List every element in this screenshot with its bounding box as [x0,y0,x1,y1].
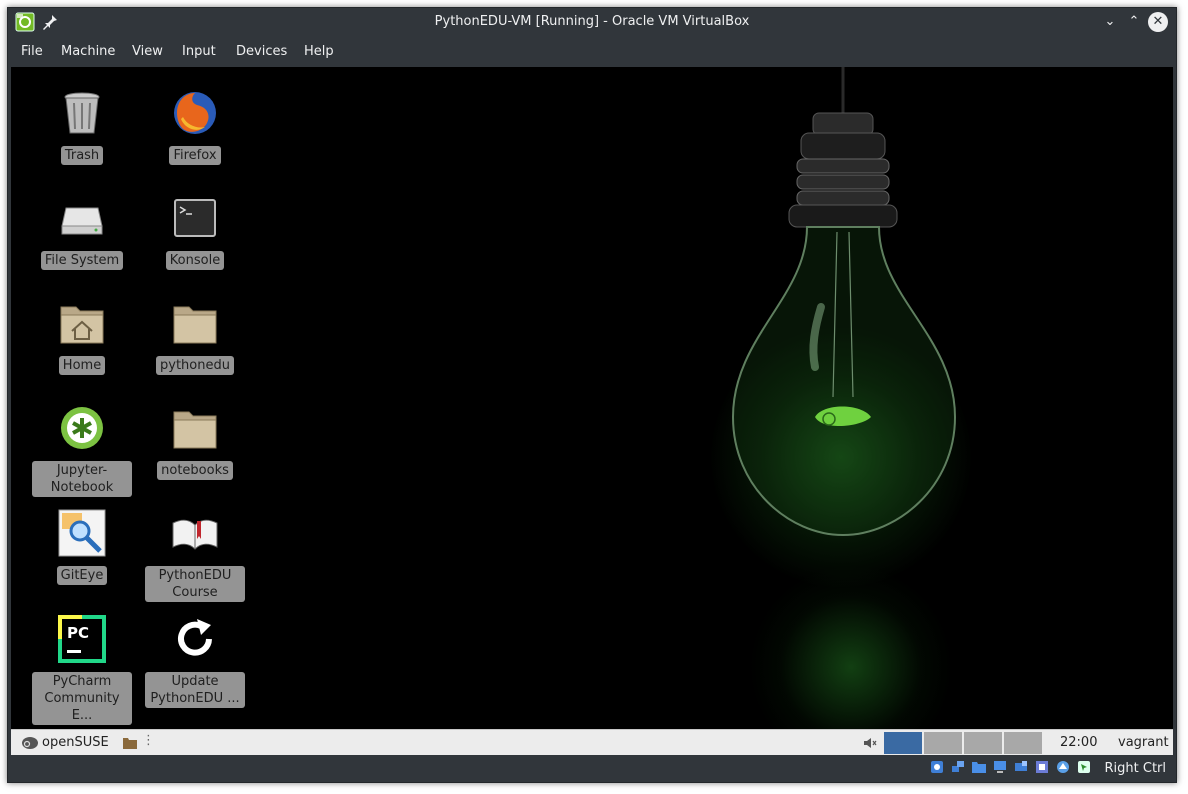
menu-bar: File Machine View Input Devices Help [8,36,1176,67]
desktop-icon-file-system[interactable]: File System [32,194,132,270]
close-button[interactable]: ✕ [1148,12,1168,32]
wallpaper-bulb [731,67,957,537]
desktop-icon-trash[interactable]: Trash [32,89,132,165]
hard-disk-status-icon[interactable] [930,760,944,774]
launcher-handle-icon[interactable]: ⋮ [142,733,155,748]
desktop-icon-label: GitEye [56,566,108,585]
menu-input[interactable]: Input [182,44,216,59]
desktop-icon-label: File System [40,251,124,270]
start-menu-button[interactable]: openSUSE [42,735,109,750]
giteye-icon [58,509,106,557]
desktop-icon-label: pythonedu [156,356,234,375]
wallpaper-reflection [751,567,951,729]
desktop-icon-label: Update PythonEDU ... [145,672,245,708]
virtualbox-window: PythonEDU-VM [Running] - Oracle VM Virtu… [7,7,1177,783]
desktop-icon-giteye[interactable]: GitEye [32,509,132,585]
mouse-integration-icon[interactable] [1077,760,1091,774]
desktop-icon-label: Home [58,356,106,375]
user-name[interactable]: vagrant [1118,735,1169,750]
menu-devices[interactable]: Devices [236,44,287,59]
minimize-button[interactable]: ⌄ [1100,12,1120,32]
firefox-icon [174,92,216,134]
trash-icon [64,92,100,134]
cpu-status-icon[interactable] [1056,760,1070,774]
folder-icon [173,306,217,344]
speaker-muted-icon[interactable] [863,737,877,749]
desktop-icon-notebooks[interactable]: notebooks [145,404,245,480]
desktop-icon-label: Jupyter-Notebook [32,461,132,497]
svg-text:PC: PC [67,624,89,642]
desktop-pager-4[interactable] [1004,732,1044,754]
menu-file[interactable]: File [21,44,43,59]
desktop-pager-2[interactable] [924,732,964,754]
terminal-icon [174,199,216,237]
title-bar[interactable]: PythonEDU-VM [Running] - Oracle VM Virtu… [8,8,1176,36]
desktop-icon-label: notebooks [157,461,233,480]
display-status-icon[interactable] [993,760,1007,774]
desktop-icon-pythonedu[interactable]: pythonedu [145,299,245,375]
desktop-icon-konsole[interactable]: Konsole [145,194,245,270]
usb-status-icon[interactable] [1014,760,1028,774]
window-title: PythonEDU-VM [Running] - Oracle VM Virtu… [434,14,750,29]
desktop-icon-pythonedu-course[interactable]: PythonEDU Course [145,509,245,602]
menu-help[interactable]: Help [304,44,334,59]
desktop-icon-firefox[interactable]: Firefox [145,89,245,165]
home-folder-icon [60,306,104,344]
folder-icon [173,411,217,449]
virtualbox-status-bar: Right Ctrl [8,755,1176,782]
desktop-pager-1[interactable] [884,732,924,754]
desktop-icon-label: PythonEDU Course [145,566,245,602]
desktop-icon-label: Konsole [165,251,225,270]
recording-status-icon[interactable] [1035,760,1049,774]
desktop-icon-pycharm[interactable]: PC PyCharm Community E... [32,615,132,725]
desktop-icon-label: Trash [60,146,104,165]
pycharm-icon: PC [58,615,106,663]
maximize-button[interactable]: ⌃ [1124,12,1144,32]
vm-screen[interactable]: Trash Firefox File System Konsole Home p… [11,67,1173,729]
desktop-icon-update-pythonedu[interactable]: Update PythonEDU ... [145,615,245,708]
menu-machine[interactable]: Machine [61,44,115,59]
host-key-label: Right Ctrl [1104,761,1167,776]
network-status-icon[interactable] [951,760,965,774]
guest-taskbar: openSUSE ⋮ 22:00 vagrant [11,729,1173,756]
shared-folder-status-icon[interactable] [972,760,986,774]
hard-drive-icon [61,207,103,235]
desktop-icon-jupyter[interactable]: Jupyter-Notebook [32,404,132,497]
opensuse-logo-icon[interactable] [21,735,39,751]
book-icon [172,519,218,550]
desktop-icon-label: PyCharm Community E... [32,672,132,725]
file-manager-icon[interactable] [123,737,137,749]
desktop-icon-home[interactable]: Home [32,299,132,375]
jupyter-icon [61,407,103,449]
desktop-pager-3[interactable] [964,732,1004,754]
clock[interactable]: 22:00 [1060,735,1097,750]
refresh-icon [178,619,212,656]
menu-view[interactable]: View [132,44,163,59]
desktop-icon-label: Firefox [169,146,221,165]
